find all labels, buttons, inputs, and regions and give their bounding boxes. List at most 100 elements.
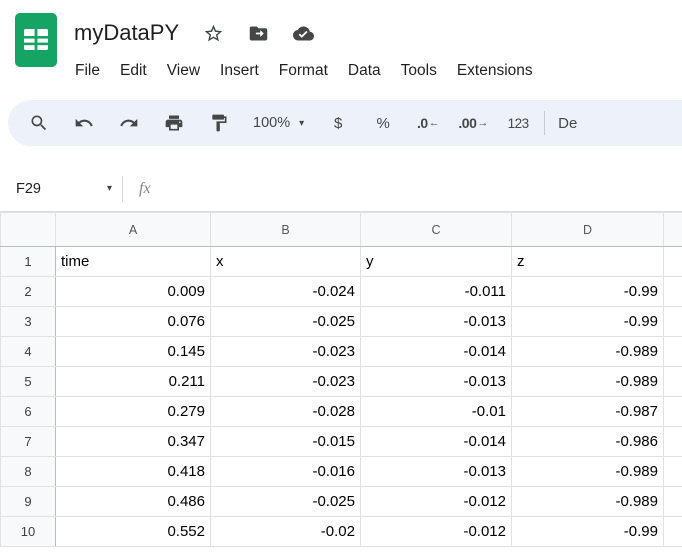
format-currency-button[interactable]: $ — [319, 104, 357, 142]
cell[interactable] — [664, 517, 682, 547]
cell[interactable]: time — [56, 247, 211, 277]
menu-format[interactable]: Format — [269, 58, 338, 84]
row-header[interactable]: 8 — [1, 457, 56, 487]
font-selector[interactable]: De — [552, 115, 577, 132]
cell[interactable] — [664, 307, 682, 337]
cell[interactable]: -0.013 — [361, 457, 512, 487]
move-to-folder-button[interactable] — [248, 23, 269, 44]
star-button[interactable] — [203, 23, 224, 44]
cell[interactable]: z — [512, 247, 664, 277]
redo-button[interactable] — [110, 104, 148, 142]
cell[interactable]: -0.011 — [361, 277, 512, 307]
row-header[interactable]: 3 — [1, 307, 56, 337]
cell[interactable]: -0.024 — [211, 277, 361, 307]
menu-edit[interactable]: Edit — [110, 58, 157, 84]
cell[interactable]: 0.009 — [56, 277, 211, 307]
redo-icon — [119, 113, 139, 133]
cell[interactable]: -0.028 — [211, 397, 361, 427]
decrease-decimal-button[interactable]: .0 ← — [409, 104, 447, 142]
menu-data[interactable]: Data — [338, 58, 391, 84]
row-header[interactable]: 5 — [1, 367, 56, 397]
cell[interactable]: 0.211 — [56, 367, 211, 397]
select-all-corner[interactable] — [1, 213, 56, 247]
cell[interactable]: 0.076 — [56, 307, 211, 337]
format-percent-button[interactable]: % — [364, 104, 402, 142]
cell[interactable]: -0.989 — [512, 487, 664, 517]
menu-file[interactable]: File — [74, 58, 110, 84]
menu-insert[interactable]: Insert — [210, 58, 269, 84]
column-header-c[interactable]: C — [361, 213, 512, 247]
menu-tools[interactable]: Tools — [391, 58, 447, 84]
cell[interactable]: -0.99 — [512, 517, 664, 547]
row-header[interactable]: 2 — [1, 277, 56, 307]
row-header[interactable]: 7 — [1, 427, 56, 457]
row-header[interactable]: 9 — [1, 487, 56, 517]
cell[interactable]: 0.552 — [56, 517, 211, 547]
cell[interactable]: -0.986 — [512, 427, 664, 457]
cell[interactable]: -0.012 — [361, 517, 512, 547]
more-formats-button[interactable]: 123 — [499, 104, 537, 142]
cell[interactable]: -0.014 — [361, 337, 512, 367]
column-header-d[interactable]: D — [512, 213, 664, 247]
row-header[interactable]: 6 — [1, 397, 56, 427]
cell[interactable]: x — [211, 247, 361, 277]
cell[interactable]: -0.014 — [361, 427, 512, 457]
cell[interactable]: -0.012 — [361, 487, 512, 517]
search-menus-button[interactable] — [20, 104, 58, 142]
row-header[interactable]: 4 — [1, 337, 56, 367]
cell[interactable] — [664, 337, 682, 367]
undo-button[interactable] — [65, 104, 103, 142]
menu-view[interactable]: View — [157, 58, 210, 84]
cell[interactable]: -0.02 — [211, 517, 361, 547]
cell[interactable]: -0.987 — [512, 397, 664, 427]
column-header-b[interactable]: B — [211, 213, 361, 247]
cell[interactable]: 0.486 — [56, 487, 211, 517]
cell[interactable]: -0.013 — [361, 367, 512, 397]
cell[interactable]: -0.013 — [361, 307, 512, 337]
cell[interactable]: -0.989 — [512, 457, 664, 487]
cell[interactable]: -0.025 — [211, 307, 361, 337]
print-icon — [164, 113, 184, 133]
header-right: myDataPY File Edit View Insert Format Da… — [74, 12, 543, 96]
cell[interactable] — [664, 247, 682, 277]
cell[interactable]: -0.989 — [512, 337, 664, 367]
cell[interactable]: -0.023 — [211, 367, 361, 397]
cell[interactable]: -0.99 — [512, 307, 664, 337]
formula-bar-divider — [122, 176, 123, 202]
name-box[interactable]: F29 ▾ — [0, 181, 122, 197]
zoom-selector[interactable]: 100% ▾ — [245, 104, 312, 142]
column-header-a[interactable]: A — [56, 213, 211, 247]
cell[interactable]: -0.016 — [211, 457, 361, 487]
row-header[interactable]: 10 — [1, 517, 56, 547]
cell[interactable]: -0.015 — [211, 427, 361, 457]
sheets-logo[interactable] — [14, 12, 58, 68]
chevron-down-icon: ▾ — [107, 183, 112, 194]
cell[interactable]: y — [361, 247, 512, 277]
cell[interactable] — [664, 367, 682, 397]
cell[interactable]: 0.418 — [56, 457, 211, 487]
cell[interactable] — [664, 487, 682, 517]
cell[interactable]: 0.145 — [56, 337, 211, 367]
cell[interactable]: 0.347 — [56, 427, 211, 457]
cell[interactable] — [664, 277, 682, 307]
cell[interactable] — [664, 457, 682, 487]
row-header[interactable]: 1 — [1, 247, 56, 277]
document-title[interactable]: myDataPY — [74, 20, 179, 46]
paint-format-button[interactable] — [200, 104, 238, 142]
cell[interactable]: 0.279 — [56, 397, 211, 427]
cell[interactable] — [664, 427, 682, 457]
table-row: 8 0.418 -0.016 -0.013 -0.989 — [1, 457, 682, 487]
sheet-table: A B C D 1 time x y z 2 0.009 -0.024 -0.0… — [0, 212, 682, 547]
column-header-e[interactable] — [664, 213, 682, 247]
menu-extensions[interactable]: Extensions — [447, 58, 543, 84]
cell[interactable] — [664, 397, 682, 427]
cell[interactable]: -0.01 — [361, 397, 512, 427]
print-button[interactable] — [155, 104, 193, 142]
increase-decimal-button[interactable]: .00 → — [454, 104, 492, 142]
cell[interactable]: -0.99 — [512, 277, 664, 307]
cell[interactable]: -0.025 — [211, 487, 361, 517]
cell[interactable]: -0.023 — [211, 337, 361, 367]
cloud-save-status[interactable] — [293, 23, 314, 44]
fx-icon: fx — [139, 180, 151, 198]
cell[interactable]: -0.989 — [512, 367, 664, 397]
